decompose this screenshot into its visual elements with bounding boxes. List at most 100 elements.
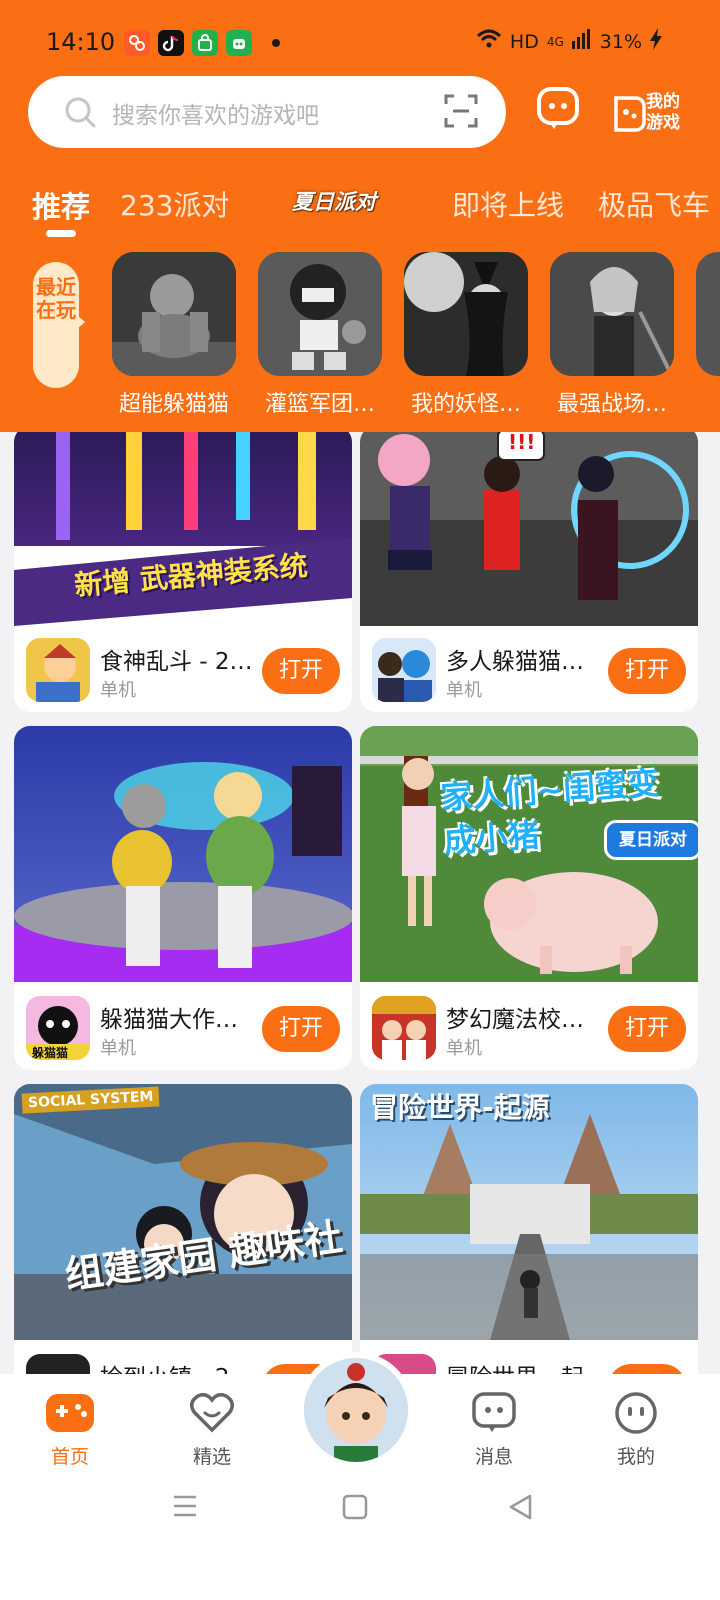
- game-title: 食神乱斗 - 2…: [100, 649, 253, 675]
- message-icon: [472, 1392, 516, 1432]
- recent-game-3[interactable]: 我的妖怪…: [404, 252, 530, 418]
- banner-text: !!!: [508, 430, 536, 454]
- game-icon: [372, 638, 436, 702]
- menu-icon: [174, 1495, 196, 1517]
- chat-button[interactable]: [536, 86, 580, 134]
- recent-game-name: 灌篮军团…: [264, 392, 375, 417]
- recent-game-thumbnail: [258, 252, 382, 376]
- tab-need-for-speed[interactable]: 极品飞车: [598, 184, 710, 224]
- game-icon: [26, 638, 90, 702]
- open-button[interactable]: 打开: [608, 1006, 686, 1052]
- game-banner: [14, 726, 352, 982]
- recent-game-thumbnail: [112, 252, 236, 376]
- status-bar: 14:10 HD 4G 31%: [0, 0, 720, 80]
- recent-game-thumbnail: [696, 252, 720, 376]
- scan-icon[interactable]: [444, 94, 478, 132]
- nav-featured-label: 精选: [192, 1446, 231, 1468]
- app-root: 新增 武器神装系统 食神乱斗 - 2… 单机 打开 !!! 多人躲猫猫… 单机 …: [0, 0, 720, 1600]
- my-games-button[interactable]: 我的游戏: [612, 88, 696, 140]
- square-icon: [342, 1494, 368, 1520]
- system-back-button[interactable]: [508, 1494, 534, 1524]
- open-button[interactable]: 打开: [262, 648, 340, 694]
- network-type: HD: [509, 30, 539, 53]
- app-notification-icon: [124, 30, 150, 56]
- game-card-4[interactable]: 家人们~闺蜜变成小猪 夏日派对 梦幻魔法校… 单机 打开: [360, 726, 698, 1070]
- shopping-icon: [192, 30, 218, 56]
- game-card-2[interactable]: !!! 多人躲猫猫… 单机 打开: [360, 426, 698, 712]
- tab-summer-party[interactable]: 夏日派对: [280, 184, 400, 218]
- tab-233-party[interactable]: 233派对: [120, 184, 229, 224]
- search-icon: [64, 96, 96, 132]
- tab-coming-soon[interactable]: 即将上线: [452, 184, 564, 224]
- profile-face-icon: [615, 1392, 657, 1434]
- heart-chat-icon: [190, 1392, 234, 1433]
- game-banner: 冒险世界-起源: [360, 1084, 698, 1340]
- recent-arrow: [76, 314, 85, 330]
- open-button[interactable]: 打开: [608, 648, 686, 694]
- my-games-label: 我的游戏: [646, 92, 680, 133]
- icon-text: 躲猫猫: [32, 1046, 69, 1060]
- avatar: [304, 1358, 408, 1462]
- recent-game-5[interactable]: [696, 252, 720, 376]
- system-menu-button[interactable]: [172, 1494, 198, 1522]
- more-notifications-icon: [272, 39, 280, 47]
- wifi-icon: [476, 29, 502, 54]
- recent-game-1[interactable]: 超能躲猫猫: [112, 252, 238, 418]
- tab-recommend[interactable]: 推荐: [32, 184, 90, 226]
- game-banner: !!!: [360, 426, 698, 626]
- category-tabs: 推荐 233派对 夏日派对 即将上线 极品飞车: [0, 180, 720, 244]
- game-banner: SOCIAL SYSTEM 组建家园 趣味社: [14, 1084, 352, 1340]
- game-title: 梦幻魔法校…: [446, 1007, 584, 1033]
- signal-icon: [571, 29, 592, 54]
- chat-icon: [537, 87, 579, 129]
- header: 14:10 HD 4G 31% 搜索你喜欢的游戏吧 我的游戏 推荐 233派对 …: [0, 0, 720, 432]
- recent-game-thumbnail: [404, 252, 528, 376]
- back-triangle-icon: [509, 1494, 532, 1520]
- center-avatar-button[interactable]: [298, 1352, 414, 1468]
- nav-messages[interactable]: 消息: [454, 1392, 534, 1469]
- gamepad-icon: [46, 1394, 94, 1432]
- game-icon: [372, 996, 436, 1060]
- tiktok-icon: [158, 30, 184, 56]
- nav-messages-label: 消息: [474, 1446, 513, 1468]
- game-category: 单机: [446, 1038, 482, 1059]
- signal-type: 4G: [546, 34, 564, 49]
- system-home-button[interactable]: [342, 1494, 368, 1524]
- system-indicators: HD 4G 31%: [476, 28, 662, 55]
- recent-game-name: 我的妖怪…: [410, 392, 521, 417]
- recent-game-name: 超能躲猫猫: [118, 392, 229, 417]
- game-banner: 家人们~闺蜜变成小猪 夏日派对: [360, 726, 698, 982]
- banner-text: 冒险世界-起源: [370, 1091, 550, 1124]
- nav-profile-label: 我的: [616, 1446, 655, 1468]
- summer-party-logo-text: 夏日派对: [292, 190, 376, 214]
- open-button[interactable]: 打开: [262, 1006, 340, 1052]
- recently-played-label: 最近在玩: [33, 262, 79, 388]
- game-card-1[interactable]: 新增 武器神装系统 食神乱斗 - 2… 单机 打开: [14, 426, 352, 712]
- search-bar[interactable]: 搜索你喜欢的游戏吧: [28, 76, 506, 148]
- game-category: 单机: [100, 1038, 136, 1059]
- nav-home-label: 首页: [50, 1446, 89, 1468]
- charging-icon: [650, 28, 662, 55]
- game-category: 单机: [446, 680, 482, 701]
- active-tab-indicator: [46, 230, 76, 237]
- nav-profile[interactable]: 我的: [596, 1392, 676, 1469]
- status-time: 14:10: [46, 28, 116, 56]
- nav-home[interactable]: 首页: [30, 1392, 110, 1469]
- recent-game-thumbnail: [550, 252, 674, 376]
- event-badge: 夏日派对: [604, 820, 698, 860]
- game-category: 单机: [100, 680, 136, 701]
- gamepad-star-icon: [614, 96, 646, 132]
- bottom-navigation: 首页 精选 消息 我的: [0, 1352, 720, 1600]
- recent-game-2[interactable]: 灌篮军团…: [258, 252, 384, 418]
- game-card-3[interactable]: 躲猫猫 躲猫猫大作… 单机 打开: [14, 726, 352, 1070]
- battery-level: 31%: [599, 30, 642, 53]
- recent-game-name: 最强战场…: [556, 392, 667, 417]
- robot-app-icon: [226, 30, 252, 56]
- game-title: 多人躲猫猫…: [446, 649, 584, 675]
- game-title: 躲猫猫大作…: [100, 1007, 238, 1033]
- game-icon: 躲猫猫: [26, 996, 90, 1060]
- game-banner: 新增 武器神装系统: [14, 426, 352, 626]
- nav-featured[interactable]: 精选: [172, 1392, 252, 1469]
- recent-game-4[interactable]: 最强战场…: [550, 252, 676, 418]
- search-placeholder: 搜索你喜欢的游戏吧: [112, 103, 319, 129]
